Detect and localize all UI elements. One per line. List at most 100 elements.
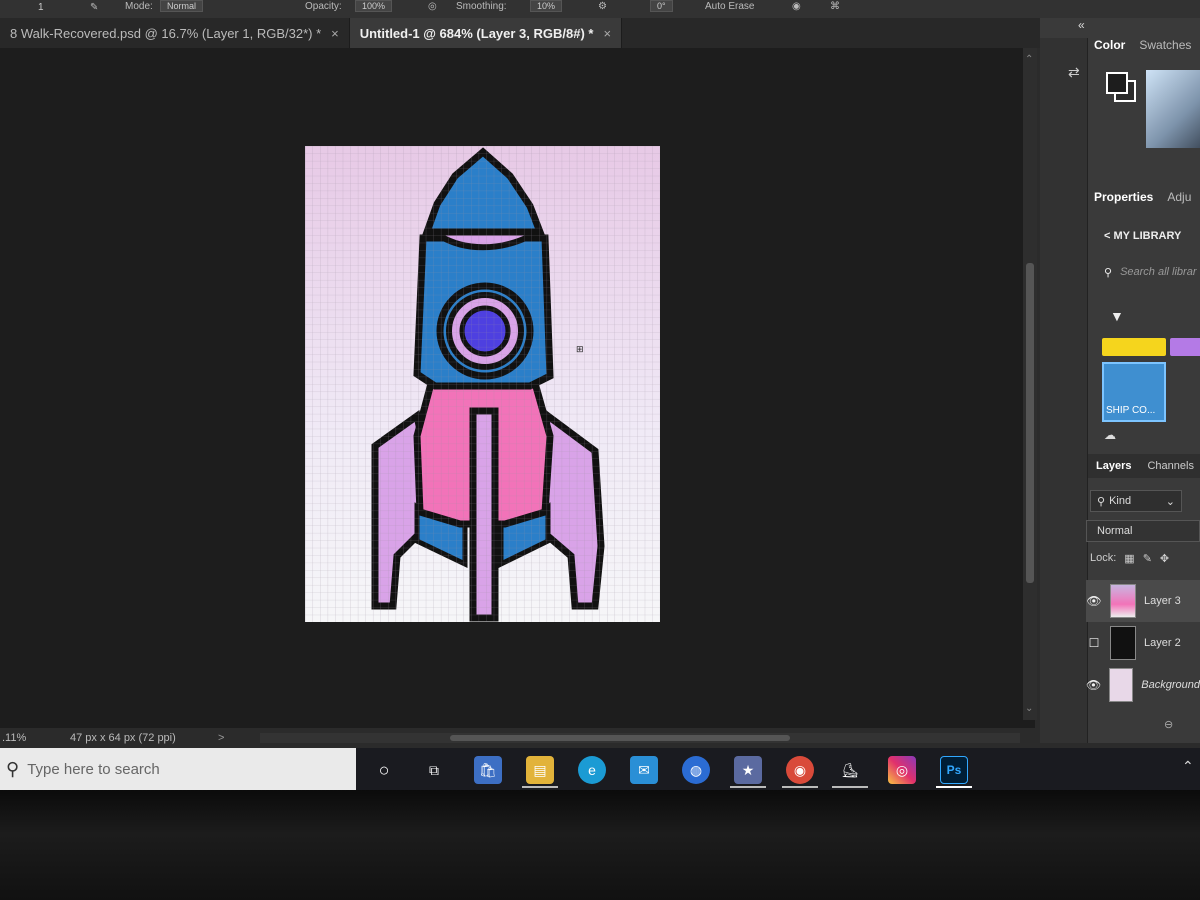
- photoshop-icon[interactable]: Ps: [940, 756, 968, 784]
- layer-row-background[interactable]: 👁 Background: [1086, 664, 1200, 706]
- layers-panel-tabs: Layers Channels: [1088, 454, 1200, 478]
- mode-select[interactable]: Normal: [160, 0, 204, 12]
- kind-label: Kind: [1109, 495, 1132, 507]
- store-icon[interactable]: 🛍: [474, 756, 502, 784]
- back-chevron-icon[interactable]: <: [1104, 230, 1110, 242]
- history-icon[interactable]: ⇄: [1068, 64, 1080, 81]
- lock-move-icon[interactable]: ✥: [1160, 552, 1169, 565]
- tab-layers[interactable]: Layers: [1096, 460, 1131, 472]
- cloud-icon[interactable]: ☁: [1104, 428, 1116, 442]
- library-color-yellow[interactable]: [1102, 338, 1166, 356]
- status-expand-icon[interactable]: >: [218, 732, 224, 744]
- vertical-scroll-thumb[interactable]: [1026, 263, 1034, 583]
- angle-field[interactable]: 0°: [650, 0, 673, 12]
- edge-icon[interactable]: e: [578, 756, 606, 784]
- tab-label: Untitled-1 @ 684% (Layer 3, RGB/8#) *: [359, 25, 594, 41]
- file-explorer-icon[interactable]: ▤: [526, 756, 554, 784]
- scroll-up-icon[interactable]: ⌃: [1025, 54, 1033, 65]
- skating-app-icon[interactable]: ⛸: [836, 756, 864, 784]
- taskbar-search-input[interactable]: Type here to search: [27, 761, 160, 778]
- taskbar-search[interactable]: ⚲ Type here to search: [0, 748, 356, 790]
- scroll-down-icon[interactable]: ⌄: [1025, 703, 1033, 714]
- mode-label: Mode:: [125, 1, 153, 12]
- search-icon: ⚲: [6, 758, 20, 779]
- panel-icon-strip: ⇄: [1040, 38, 1088, 743]
- filter-icon[interactable]: ▼: [1110, 308, 1124, 324]
- tab-close-icon[interactable]: ×: [331, 26, 339, 41]
- layer-row-layer-3[interactable]: 👁 Layer 3: [1086, 580, 1200, 622]
- library-search-input[interactable]: Search all librar: [1120, 266, 1196, 279]
- color-picker-field[interactable]: [1146, 70, 1200, 148]
- library-color-purple[interactable]: [1170, 338, 1200, 356]
- active-indicator: [730, 786, 766, 788]
- opacity-label: Opacity:: [305, 1, 342, 12]
- task-view-icon[interactable]: ⧉: [420, 756, 448, 784]
- tab-close-icon[interactable]: ×: [603, 26, 611, 41]
- horizontal-scroll-thumb[interactable]: [450, 735, 790, 741]
- tab-untitled-1[interactable]: Untitled-1 @ 684% (Layer 3, RGB/8#) * ×: [349, 18, 623, 48]
- chrome-icon[interactable]: ◉: [786, 756, 814, 784]
- mail-icon[interactable]: ✉: [630, 756, 658, 784]
- color-panel-tabs: Color Swatches: [1094, 34, 1191, 56]
- search-icon: ⚲: [1104, 267, 1113, 279]
- search-icon: ⚲: [1097, 495, 1106, 508]
- movie-maker-icon[interactable]: ★: [734, 756, 762, 784]
- cortana-icon[interactable]: ○: [370, 756, 398, 784]
- library-asset-card[interactable]: SHIP CO...: [1102, 362, 1166, 422]
- document-tabs: 8 Walk-Recovered.psd @ 16.7% (Layer 1, R…: [0, 18, 1050, 48]
- tab-color[interactable]: Color: [1094, 38, 1125, 52]
- smoothing-field[interactable]: 10%: [530, 0, 563, 12]
- lock-transparent-icon[interactable]: ▦: [1124, 552, 1134, 565]
- eye-icon[interactable]: 👁: [1086, 678, 1101, 692]
- auto-erase-checkbox[interactable]: Auto Erase: [705, 1, 754, 12]
- pressure-opacity-icon[interactable]: ◎: [428, 1, 437, 12]
- right-panels: « ⇄ Color Swatches Properties Adju < MY …: [1040, 18, 1200, 743]
- lock-controls: Lock: ▦ ✎ ✥: [1090, 552, 1169, 565]
- opacity-field[interactable]: 100%: [355, 0, 393, 12]
- foreground-background-swatches[interactable]: [1104, 70, 1144, 110]
- tab-properties[interactable]: Properties: [1094, 190, 1153, 204]
- windows-taskbar: ⚲ Type here to search ○ ⧉ 🛍 ▤ e ✉ ◍ ★ ◉ …: [0, 748, 1200, 790]
- smoothing-label: Smoothing:: [456, 1, 507, 12]
- zoom-readout[interactable]: .11%: [2, 732, 26, 744]
- tab-channels[interactable]: Channels: [1147, 460, 1193, 472]
- tab-swatches[interactable]: Swatches: [1139, 38, 1191, 52]
- document-canvas[interactable]: [305, 146, 660, 622]
- symmetry-icon[interactable]: ⌘: [830, 1, 840, 12]
- properties-panel-tabs: Properties Adju: [1094, 186, 1191, 208]
- tab-walk-recovered[interactable]: 8 Walk-Recovered.psd @ 16.7% (Layer 1, R…: [0, 18, 350, 48]
- horizontal-scrollbar[interactable]: [260, 733, 1020, 743]
- layer-row-layer-2[interactable]: ☐ Layer 2: [1086, 622, 1200, 664]
- library-asset-label: SHIP CO...: [1106, 405, 1156, 416]
- outlook-app-icon[interactable]: ◍: [682, 756, 710, 784]
- instagram-icon[interactable]: ◎: [888, 756, 916, 784]
- layer-thumbnail: [1110, 626, 1136, 660]
- vertical-scrollbar[interactable]: ⌃ ⌄: [1023, 48, 1037, 720]
- options-number: 1: [38, 2, 44, 13]
- layer-name: Layer 2: [1144, 637, 1181, 649]
- foreground-color-swatch[interactable]: [1106, 72, 1128, 94]
- active-indicator: [782, 786, 818, 788]
- monitor-bezel: [0, 790, 1200, 900]
- visibility-box-icon[interactable]: ☐: [1086, 636, 1102, 650]
- crosshair-cursor-icon: ⊞: [576, 344, 584, 354]
- tray-chevron-up-icon[interactable]: ⌃: [1182, 758, 1194, 775]
- settings-gear-icon[interactable]: ⚙: [598, 1, 607, 12]
- pressure-size-icon[interactable]: ◉: [792, 1, 801, 12]
- layer-thumbnail: [1109, 668, 1134, 702]
- brush-tool-icon[interactable]: ✎: [90, 2, 98, 13]
- chevron-down-icon: ⌄: [1165, 495, 1175, 508]
- library-header[interactable]: < MY LIBRARY: [1104, 230, 1181, 242]
- lock-paint-icon[interactable]: ✎: [1143, 552, 1152, 565]
- library-search[interactable]: ⚲ Search all librar: [1104, 266, 1196, 279]
- layer-name: Background: [1141, 679, 1200, 691]
- collapse-panels-icon[interactable]: «: [1078, 18, 1085, 32]
- blend-mode-select[interactable]: Normal: [1086, 520, 1200, 542]
- tab-adjustments[interactable]: Adju: [1167, 190, 1191, 204]
- layer-name: Layer 3: [1144, 595, 1181, 607]
- eye-icon[interactable]: 👁: [1086, 594, 1102, 608]
- lock-label: Lock:: [1090, 552, 1117, 564]
- layer-thumbnail: [1110, 584, 1136, 618]
- layer-filter-kind[interactable]: ⚲ Kind ⌄: [1090, 490, 1182, 512]
- link-layers-icon[interactable]: ⊖: [1164, 718, 1173, 731]
